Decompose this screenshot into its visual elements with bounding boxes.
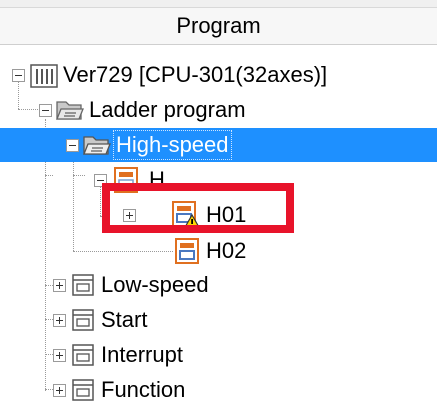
program-column-header[interactable]: Program (0, 8, 437, 45)
tree-node-high-speed[interactable]: High-speed (0, 128, 437, 162)
program-file-icon (175, 238, 199, 264)
program-tree: Ver729 [CPU-301(32axes)] Ladder program … (0, 44, 437, 408)
program-group-icon (72, 309, 94, 331)
tree-node-label: Ladder program (89, 97, 246, 122)
cpu-icon (30, 64, 58, 88)
tree-node-start[interactable]: Start (0, 303, 437, 337)
program-group-icon (72, 379, 94, 401)
tree-node-label: Start (101, 307, 148, 332)
tree-node-label: Function (101, 377, 186, 402)
tree-node-ladder-program[interactable]: Ladder program (0, 93, 437, 127)
tree-node-label: H02 (206, 238, 247, 263)
tree-node-label: High-speed (113, 130, 232, 160)
folder-open-icon (56, 101, 84, 120)
tree-node-interrupt[interactable]: Interrupt (0, 338, 437, 372)
folder-open-icon (83, 136, 111, 155)
tree-node-label: Low-speed (101, 272, 209, 297)
program-header-label: Program (176, 13, 261, 38)
tree-node-low-speed[interactable]: Low-speed (0, 268, 437, 302)
program-group-icon (72, 344, 94, 366)
highlight-box (102, 183, 294, 233)
expand-low-speed-toggle[interactable] (53, 279, 66, 292)
tree-node-root[interactable]: Ver729 [CPU-301(32axes)] (0, 58, 437, 92)
tree-node-label: Ver729 [CPU-301(32axes)] (63, 62, 328, 87)
expand-function-toggle[interactable] (53, 384, 66, 397)
tree-node-h02[interactable]: H02 (0, 234, 437, 268)
top-edge (0, 0, 437, 8)
tree-node-function[interactable]: Function (0, 373, 437, 407)
tree-node-label: Interrupt (101, 342, 183, 367)
collapse-root-toggle[interactable] (12, 69, 25, 82)
program-group-icon (72, 274, 94, 296)
expand-start-toggle[interactable] (53, 314, 66, 327)
collapse-high-speed-toggle[interactable] (66, 139, 79, 152)
collapse-ladder-toggle[interactable] (39, 104, 52, 117)
expand-interrupt-toggle[interactable] (53, 349, 66, 362)
